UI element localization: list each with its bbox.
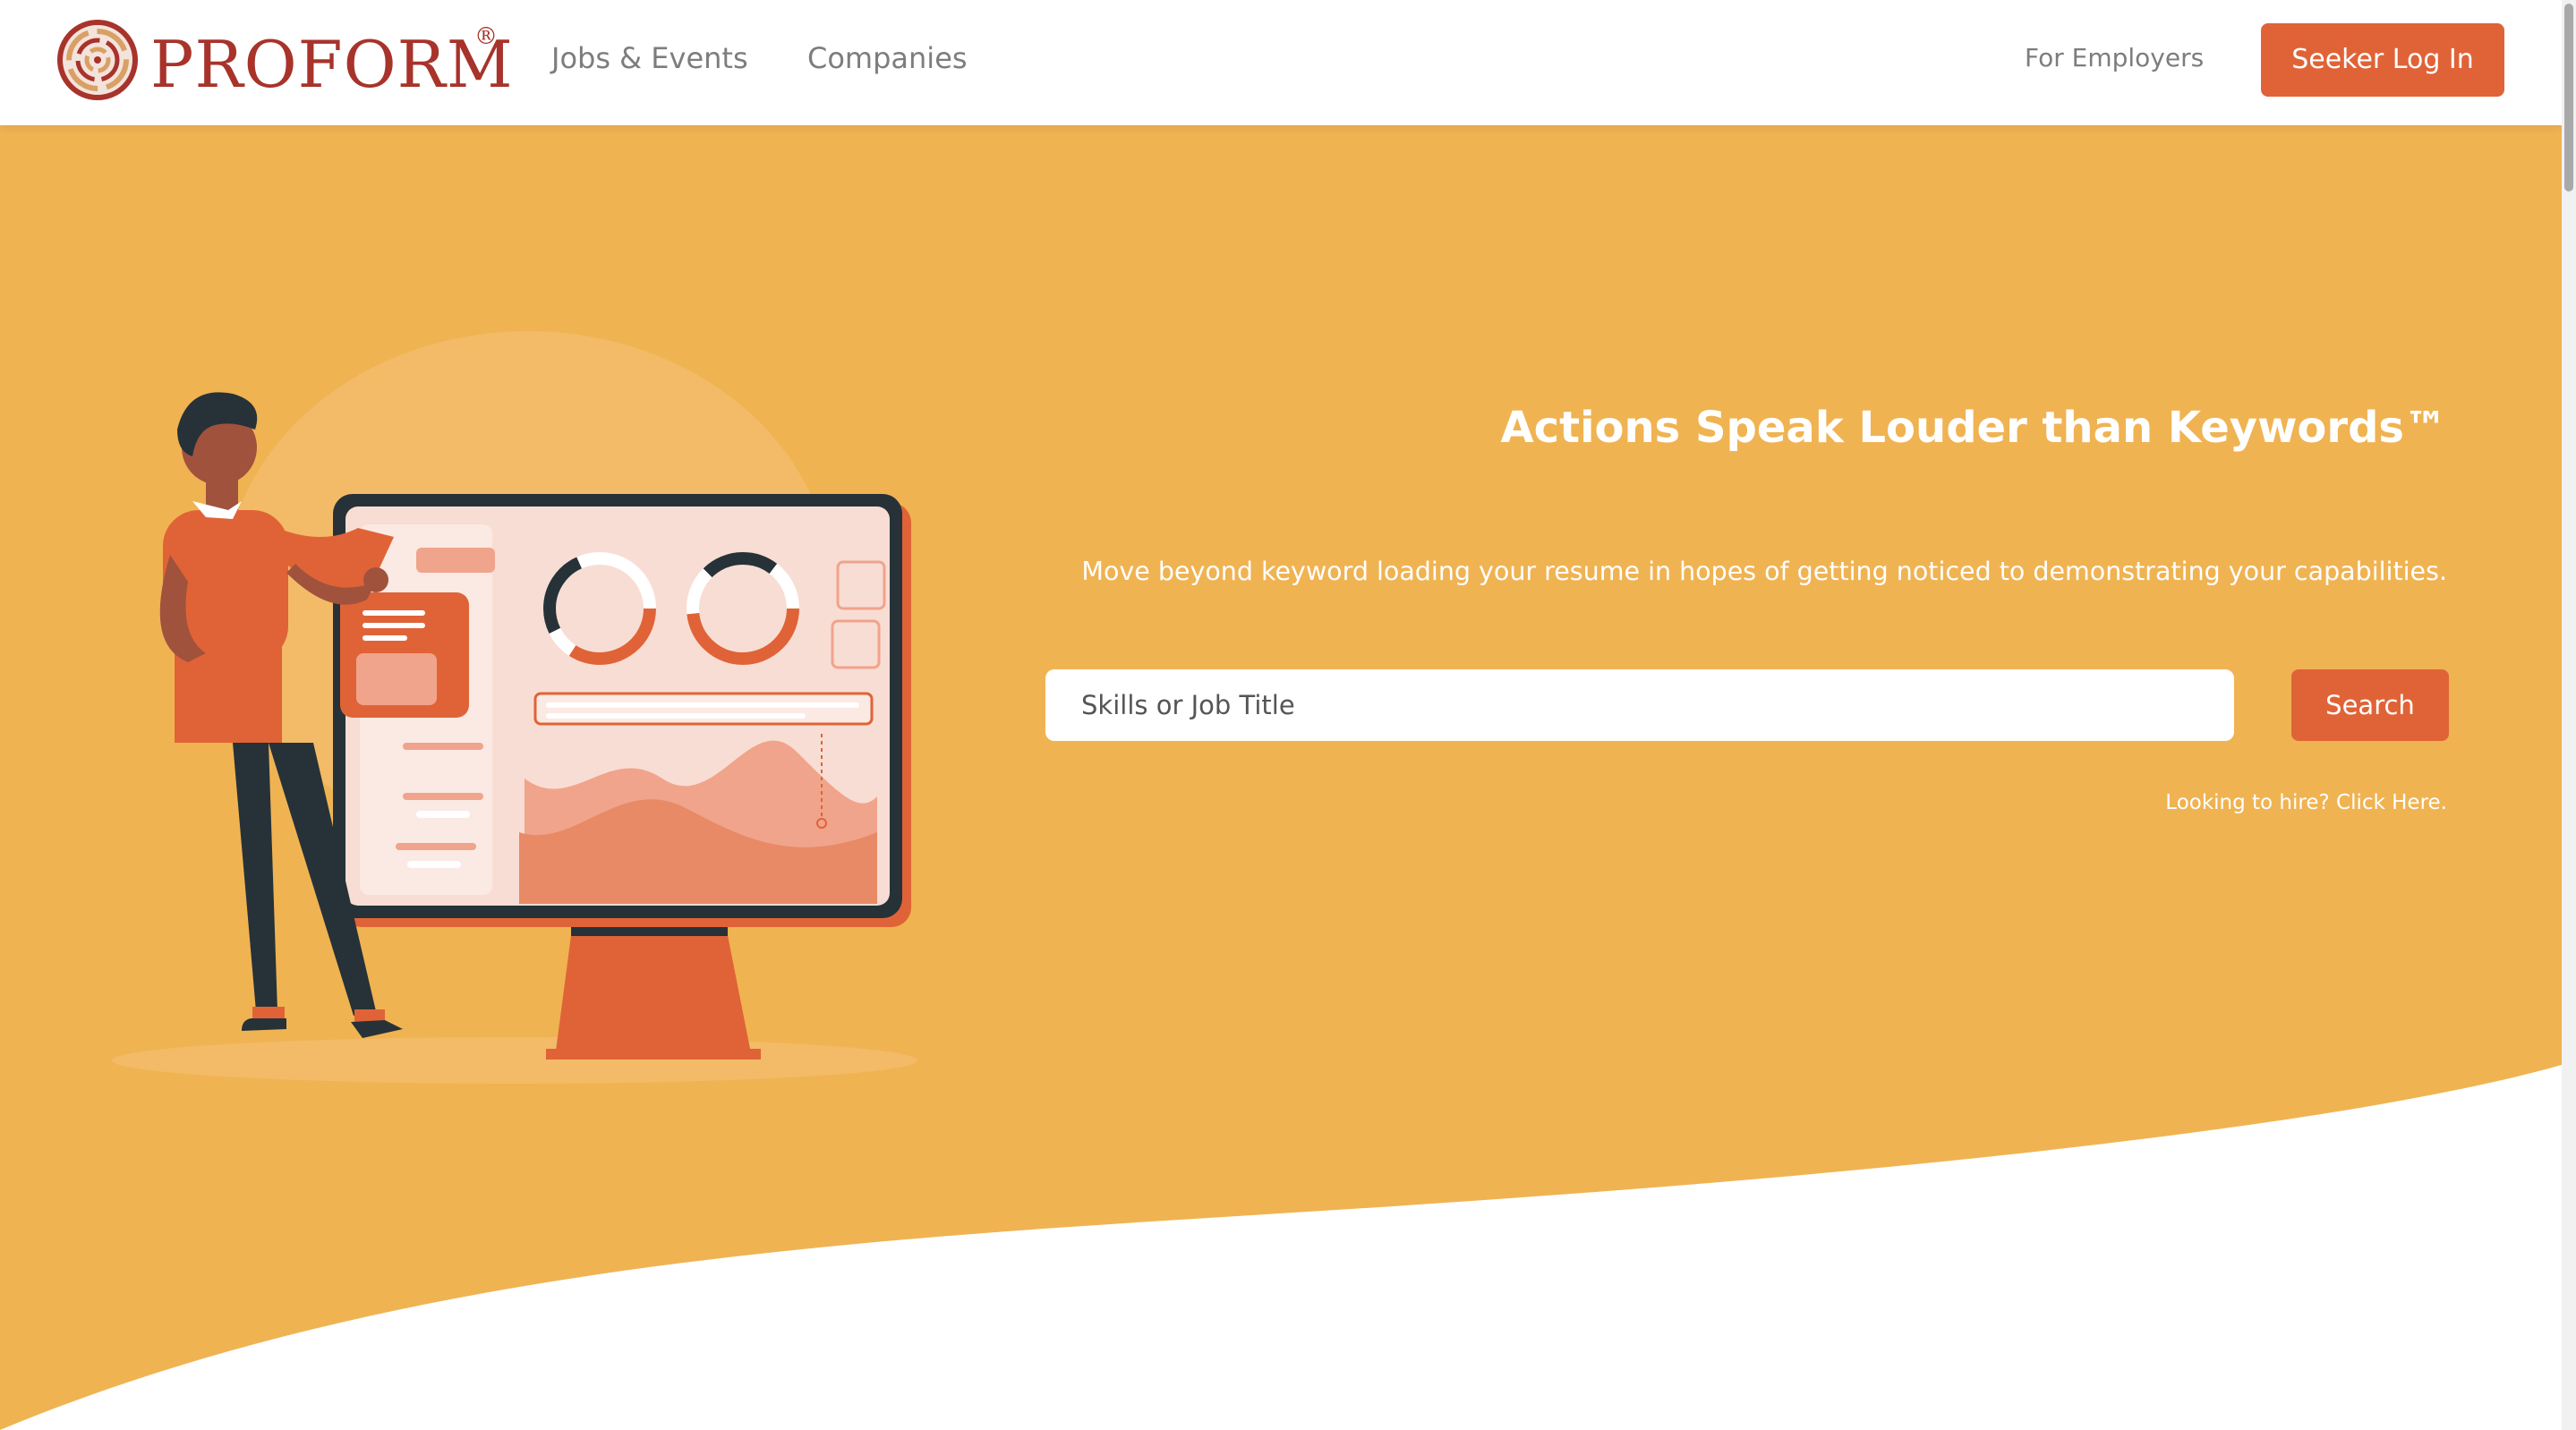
scrollbar-thumb[interactable] xyxy=(2564,4,2573,192)
maze-target-icon xyxy=(57,20,138,100)
hero-illustration xyxy=(112,331,917,1084)
nav-jobs-events[interactable]: Jobs & Events xyxy=(551,39,748,77)
hero-section: Actions Speak Louder than Keywords™ Move… xyxy=(0,125,2562,1430)
hero-title: Actions Speak Louder than Keywords™ xyxy=(1500,403,2447,454)
skills-search-input[interactable] xyxy=(1045,669,2234,741)
nav-companies[interactable]: Companies xyxy=(807,39,968,77)
brand-name: PROFORM xyxy=(150,27,514,102)
search-button[interactable]: Search xyxy=(2291,669,2449,741)
hero-subtitle: Move beyond keyword loading your resume … xyxy=(1081,556,2447,586)
page-scrollbar[interactable] xyxy=(2562,0,2576,1430)
seeker-login-button[interactable]: Seeker Log In xyxy=(2261,23,2504,97)
top-navbar: PROFORM ® Jobs & Events Companies For Em… xyxy=(0,0,2562,125)
nav-for-employers[interactable]: For Employers xyxy=(2025,39,2204,77)
hire-link[interactable]: Looking to hire? Click Here. xyxy=(2165,789,2447,816)
registered-mark: ® xyxy=(474,23,498,50)
